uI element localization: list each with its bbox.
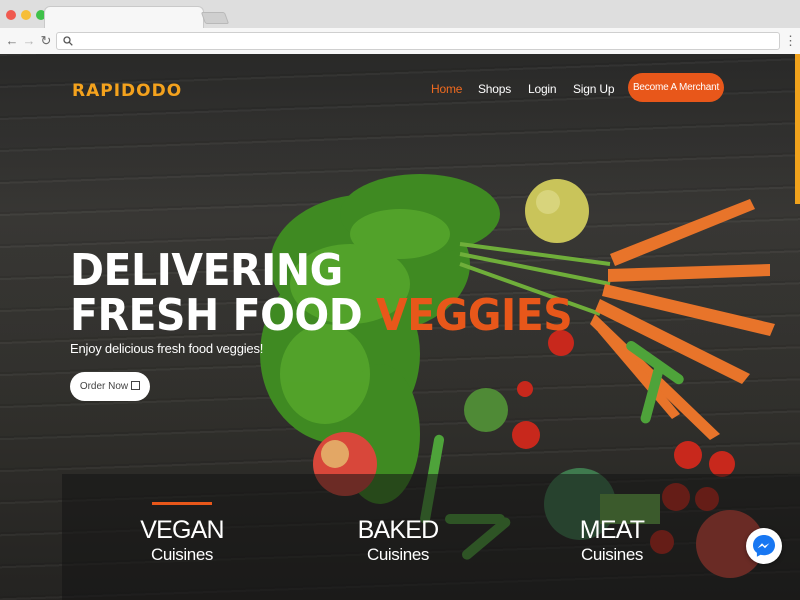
back-icon[interactable]: ← [4, 33, 20, 49]
category-meat-title[interactable]: MEAT [542, 516, 682, 545]
site-logo[interactable]: RAPIDODO [72, 81, 182, 101]
order-now-button[interactable]: Order Now [70, 372, 150, 401]
window-controls [6, 10, 46, 20]
hero-heading-accent: VEGGIES [376, 290, 573, 341]
search-icon [63, 36, 73, 46]
category-vegan-title[interactable]: VEGAN [112, 516, 252, 545]
category-baked-title[interactable]: BAKED [328, 516, 468, 545]
messenger-chat-button[interactable] [746, 528, 782, 564]
messenger-icon [753, 535, 775, 557]
nav-login-link[interactable]: Login [528, 82, 557, 96]
browser-chrome: ← → ↻ ⋮ [0, 0, 800, 54]
category-baked-subtitle[interactable]: Cuisines [328, 545, 468, 565]
reload-icon[interactable]: ↻ [38, 33, 54, 49]
menu-dots-icon[interactable]: ⋮ [784, 33, 797, 49]
hero-subtitle: Enjoy delicious fresh food veggies! [70, 341, 264, 356]
web-page: RAPIDODO Home Shops Login Sign Up Become… [0, 54, 800, 600]
category-vegan-subtitle[interactable]: Cuisines [112, 545, 252, 565]
browser-toolbar: ← → ↻ ⋮ [0, 28, 800, 54]
active-category-indicator [152, 502, 212, 505]
new-tab-button[interactable] [200, 12, 230, 24]
browser-tab[interactable] [44, 6, 204, 28]
edit-icon [131, 381, 141, 390]
order-now-label: Order Now [79, 381, 129, 392]
address-bar[interactable] [56, 32, 780, 50]
hero-heading-line2: FRESH FOOD VEGGIES [70, 294, 573, 338]
hero-heading-text: FRESH FOOD [70, 290, 363, 341]
category-meat-subtitle[interactable]: Cuisines [542, 545, 682, 565]
nav-signup-link[interactable]: Sign Up [573, 82, 614, 96]
tab-strip [0, 0, 800, 28]
close-window-button[interactable] [6, 10, 16, 20]
nav-shops-link[interactable]: Shops [478, 82, 511, 96]
forward-icon[interactable]: → [21, 33, 37, 49]
minimize-window-button[interactable] [21, 10, 31, 20]
hero-heading-line1: DELIVERING [70, 245, 343, 296]
nav-home-link[interactable]: Home [431, 82, 462, 96]
become-merchant-button[interactable]: Become A Merchant [628, 73, 724, 102]
